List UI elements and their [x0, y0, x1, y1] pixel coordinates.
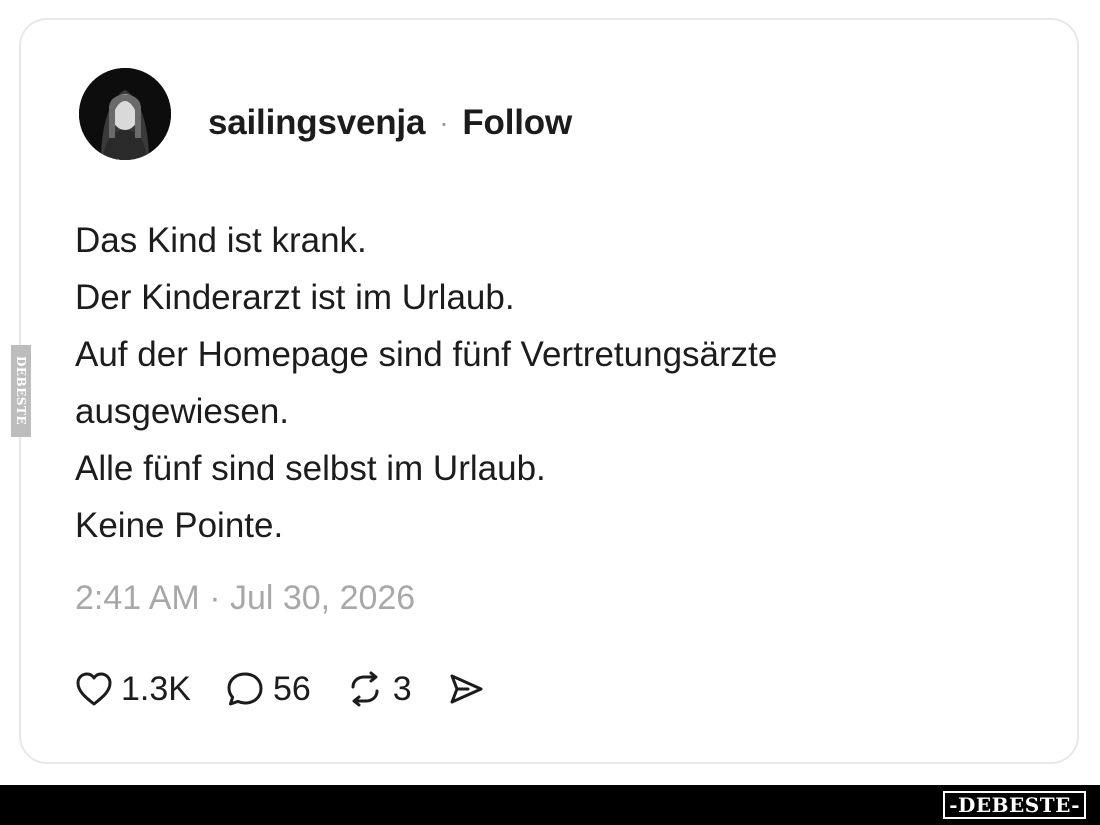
heart-icon — [76, 672, 112, 706]
share-button[interactable] — [446, 671, 486, 707]
repost-icon — [351, 671, 379, 707]
post-text-line: ausgewiesen. — [75, 392, 290, 431]
header-separator: · — [439, 107, 449, 138]
post-text-line: Auf der Homepage sind fünf Vertretungsär… — [75, 335, 778, 374]
comment-button[interactable]: 56 — [225, 670, 311, 709]
avatar-photo — [79, 68, 171, 160]
action-bar: 1.3K 56 3 — [75, 666, 520, 712]
avatar[interactable] — [79, 68, 171, 160]
follow-button[interactable]: Follow — [462, 103, 572, 143]
repost-button[interactable]: 3 — [345, 670, 412, 709]
like-count: 1.3K — [121, 669, 191, 708]
like-button[interactable]: 1.3K — [75, 670, 191, 709]
post-text-line: Der Kinderarzt ist im Urlaub. — [75, 278, 515, 317]
repost-count: 3 — [392, 669, 412, 708]
comment-count: 56 — [272, 669, 311, 708]
brand-watermark: -DEBESTE- — [943, 791, 1086, 819]
watermark-bar: -DEBESTE- — [0, 785, 1100, 825]
post-card: sailingsvenja · Follow Das Kind ist kran… — [19, 18, 1079, 764]
post-timestamp[interactable]: 2:41 AM · Jul 30, 2026 — [75, 575, 415, 621]
post-text-line: Keine Pointe. — [75, 506, 284, 545]
post-text-line: Das Kind ist krank. — [75, 221, 367, 260]
post-header: sailingsvenja · Follow — [208, 100, 572, 146]
post-text-line: Alle fünf sind selbst im Urlaub. — [75, 449, 546, 488]
username-link[interactable]: sailingsvenja — [208, 103, 425, 143]
speech-bubble-icon — [227, 672, 263, 706]
post-text: Das Kind ist krank. Der Kinderarzt ist i… — [75, 212, 1035, 554]
send-icon — [450, 674, 483, 704]
side-watermark: DEBESTE — [11, 345, 31, 437]
